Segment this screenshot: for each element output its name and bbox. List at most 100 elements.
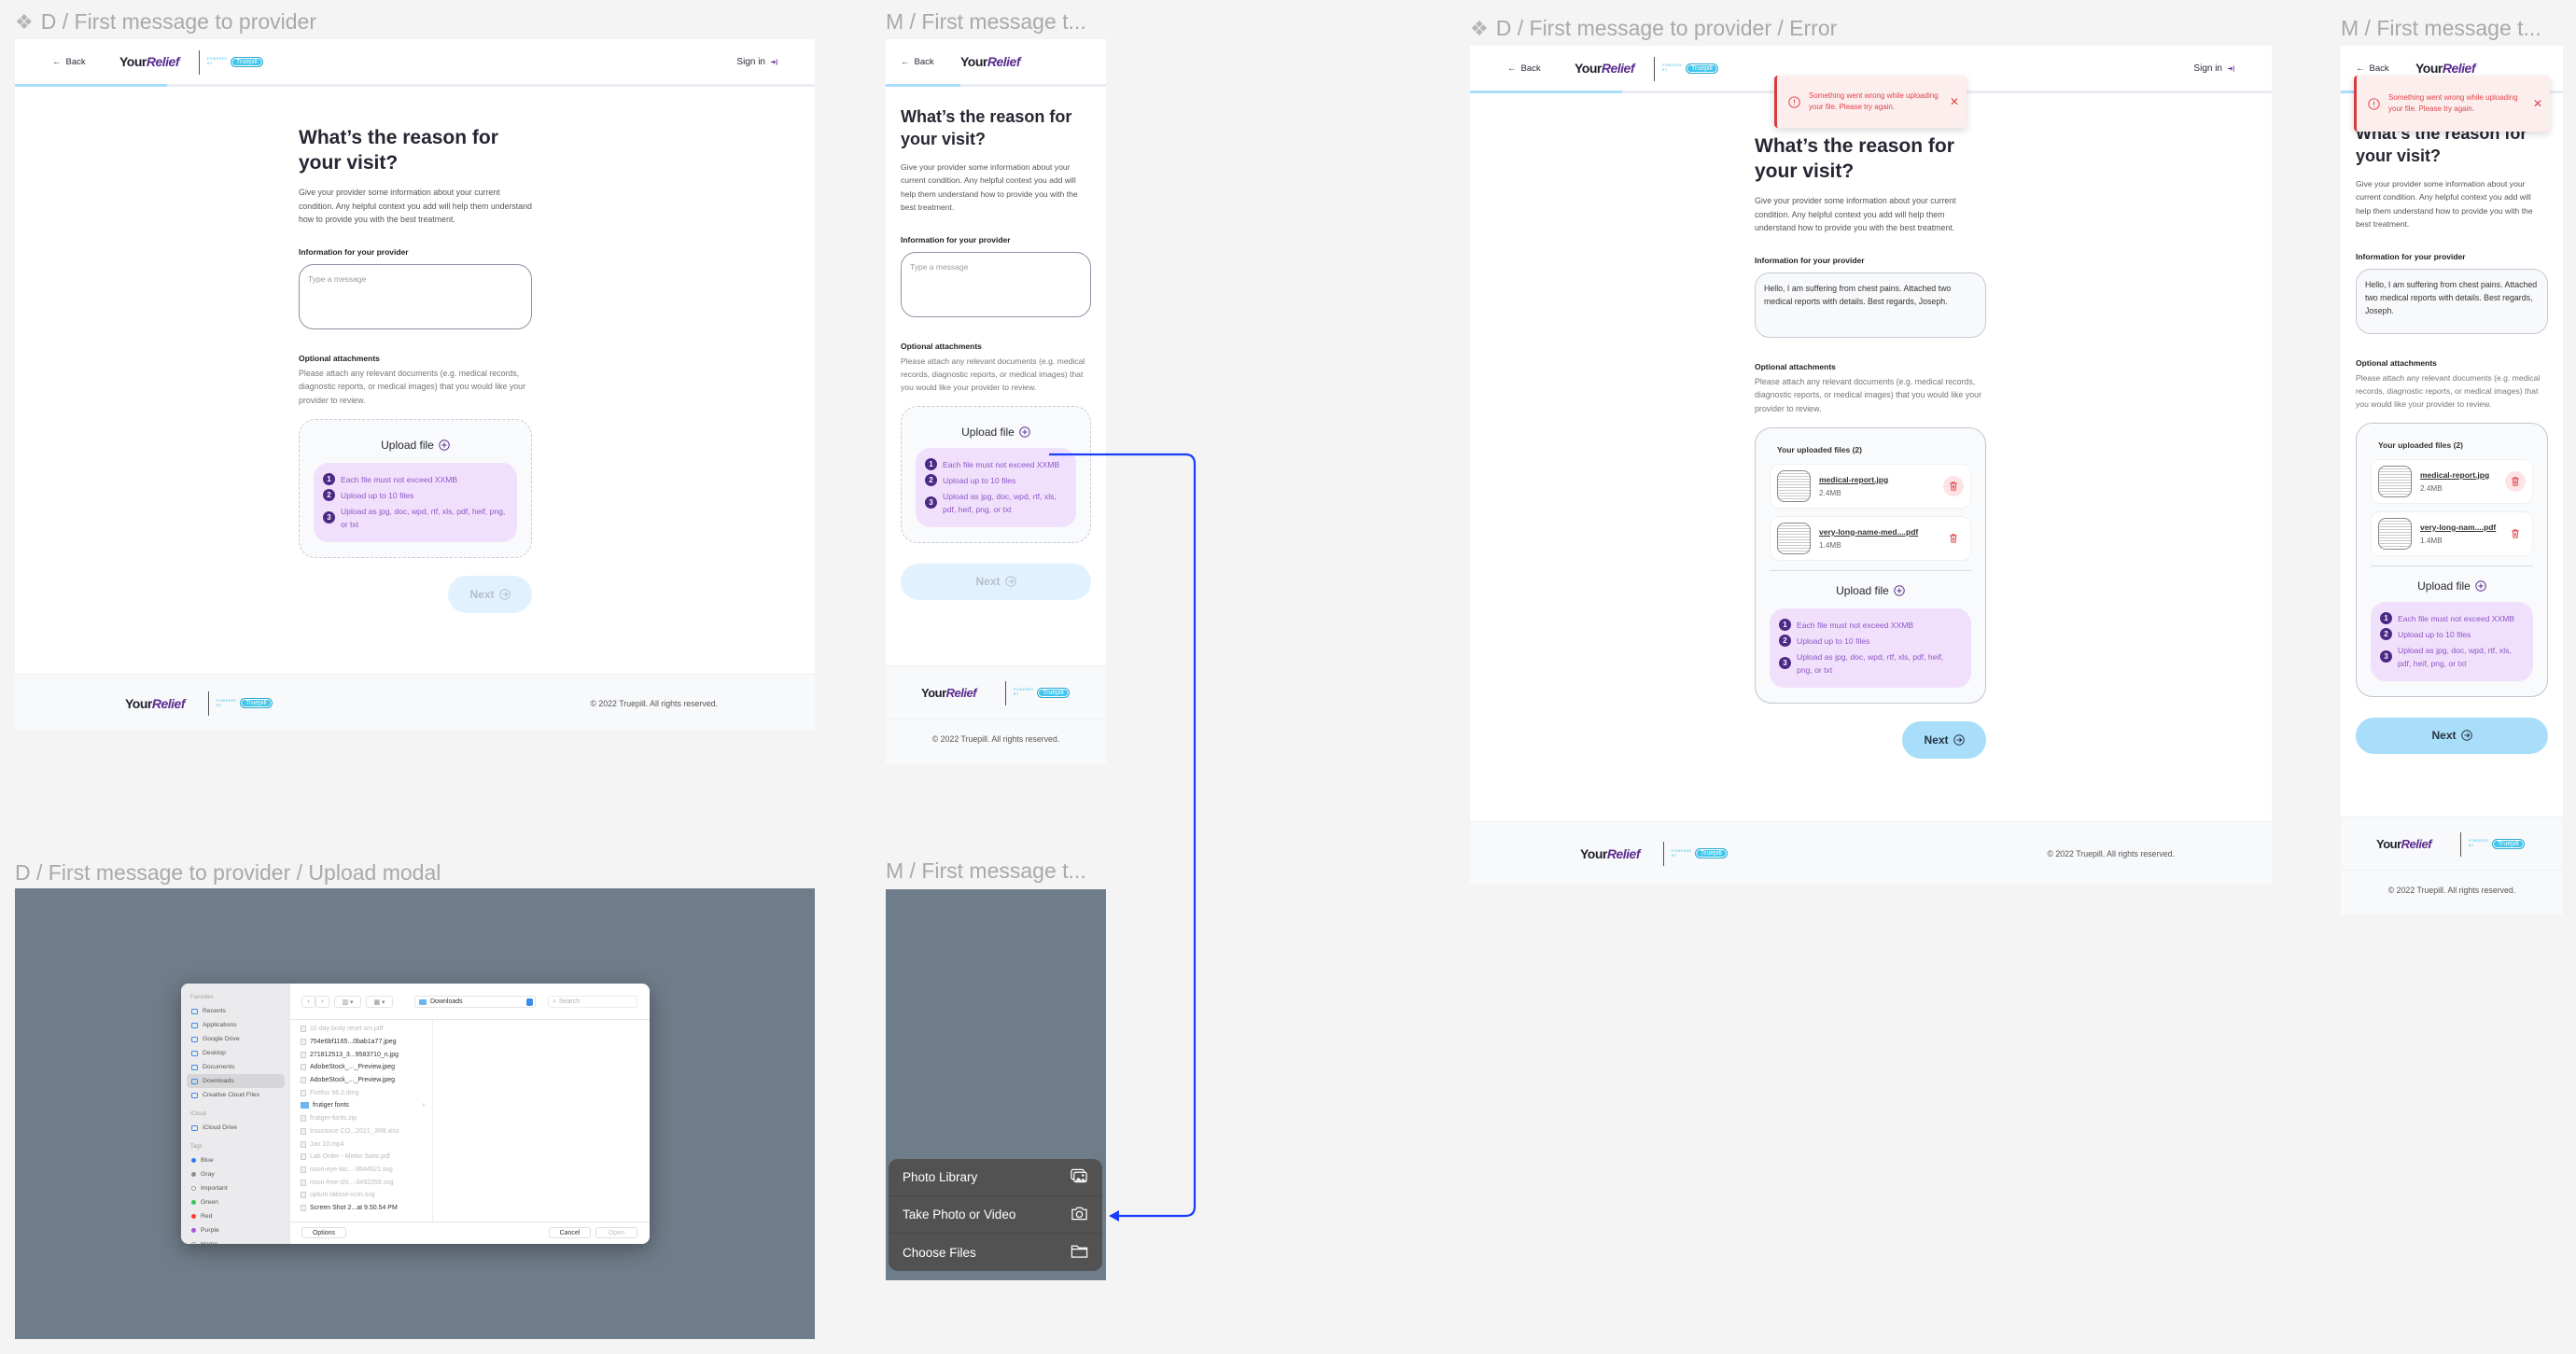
- file-icon: [301, 1089, 306, 1096]
- next-button[interactable]: Next: [448, 575, 532, 613]
- action-sheet-item[interactable]: Choose Files: [889, 1234, 1102, 1271]
- delete-file-button[interactable]: [1943, 528, 1964, 549]
- powered-by-truepill-logo: POWERED BY Truepill: [217, 681, 273, 726]
- file-list-item[interactable]: noun-free-shi...-3492259.svg: [290, 1176, 432, 1189]
- view-mode-button[interactable]: ▥ ▾: [334, 996, 361, 1008]
- group-button[interactable]: ▦ ▾: [366, 996, 393, 1008]
- sidebar-item[interactable]: Home: [187, 1237, 285, 1244]
- sidebar-item[interactable]: Creative Cloud Files: [187, 1088, 285, 1102]
- sidebar-item[interactable]: Blue: [187, 1153, 285, 1167]
- frame-label: M / First message t...: [886, 9, 1086, 34]
- upload-rule: 2 Upload up to 10 files: [323, 489, 506, 502]
- message-textarea[interactable]: Type a message: [299, 263, 532, 329]
- page-title: What’s the reason for your visit?: [901, 107, 1072, 148]
- alert-circle-icon: [1788, 95, 1800, 108]
- file-list-item[interactable]: Lab Order - Mieko Saito.pdf: [290, 1151, 432, 1164]
- next-button[interactable]: Next: [901, 563, 1091, 600]
- sidebar-item[interactable]: Green: [187, 1195, 285, 1209]
- close-toast-button[interactable]: ✕: [1950, 95, 1959, 108]
- tag-color-icon: [191, 1186, 196, 1191]
- file-name-link[interactable]: very-long-nam....pdf: [2420, 523, 2497, 532]
- back-nav-button[interactable]: ‹: [301, 996, 315, 1008]
- powered-by-truepill-logo: POWERED BY Truepill: [1672, 831, 1728, 876]
- component-icon: ❖: [1470, 16, 1489, 40]
- sign-in-button[interactable]: Sign in: [2193, 46, 2235, 91]
- divider: [1770, 569, 1971, 571]
- sidebar-item[interactable]: Documents: [187, 1060, 285, 1074]
- file-list-item[interactable]: Firefox 96.0.dmg: [290, 1086, 432, 1099]
- delete-file-button[interactable]: [1943, 475, 1964, 496]
- step-number-badge: 3: [2380, 650, 2392, 663]
- sidebar-item[interactable]: Applications: [187, 1018, 285, 1032]
- file-list-item[interactable]: 754e6bf1165...0bab1a77.jpeg: [290, 1036, 432, 1049]
- file-list-item[interactable]: Screen Shot 2...at 9.50.54 PM: [290, 1202, 432, 1215]
- search-input[interactable]: ⌕ Search: [548, 996, 637, 1008]
- upload-rules: 1 Each file must not exceed XXMB 2 Upload u…: [916, 447, 1076, 527]
- file-picker-toolbar: ‹ › ▥ ▾ ▦ ▾ Downloads ⌕ Search: [290, 984, 650, 1020]
- file-list-item[interactable]: AdobeStock_..._Preview.jpeg: [290, 1061, 432, 1074]
- sidebar-item[interactable]: Red: [187, 1209, 285, 1223]
- upload-dropzone[interactable]: Upload file 1 Each file must not exceed X…: [901, 405, 1091, 543]
- upload-dropzone[interactable]: Upload file 1 Each file must not exceed X…: [299, 418, 532, 558]
- sidebar-item[interactable]: Recents: [187, 1004, 285, 1018]
- back-button[interactable]: ← Back: [901, 39, 934, 84]
- file-list-item[interactable]: 271812513_3...9583710_n.jpg: [290, 1048, 432, 1061]
- error-toast: Something went wrong while uploading you…: [1774, 76, 1967, 128]
- message-textarea[interactable]: Type a message: [901, 251, 1091, 317]
- yourrelief-logo: Your Relief: [1575, 61, 1634, 76]
- page-description: Give your provider some information abou…: [299, 188, 532, 225]
- sidebar-item[interactable]: Important: [187, 1181, 285, 1195]
- back-button[interactable]: ← Back: [1507, 46, 1541, 91]
- open-button[interactable]: Open: [595, 1227, 637, 1238]
- next-button[interactable]: Next: [2356, 717, 2548, 754]
- close-toast-button[interactable]: ✕: [2533, 97, 2542, 110]
- back-button[interactable]: ← Back: [52, 39, 86, 84]
- sidebar-item[interactable]: Downloads: [187, 1074, 285, 1088]
- footer: Your Relief POWERED BY Truepill © 2022 Tru…: [1470, 821, 2272, 884]
- copyright: © 2022 Truepill. All rights reserved.: [590, 698, 718, 708]
- file-list-item[interactable]: Insurance CO...2021_JRB.xlsx: [290, 1125, 432, 1138]
- options-button[interactable]: Options: [301, 1227, 346, 1238]
- sidebar-item[interactable]: iCloud Drive: [187, 1121, 285, 1135]
- action-sheet-item[interactable]: Take Photo or Video: [889, 1196, 1102, 1234]
- delete-file-button[interactable]: [2505, 470, 2526, 492]
- sidebar-item[interactable]: Desktop: [187, 1046, 285, 1060]
- file-name-link[interactable]: medical-report.jpg: [1819, 475, 1935, 484]
- message-textarea[interactable]: Hello, I am suffering from chest pains. …: [2356, 268, 2548, 334]
- file-list-item[interactable]: AdobeStock_..._Preview.jpeg: [290, 1074, 432, 1087]
- file-list-item[interactable]: Jan 10.mp4: [290, 1138, 432, 1151]
- file-list-item[interactable]: noun-eye-las...-3644521.svg: [290, 1164, 432, 1177]
- delete-file-button[interactable]: [2505, 523, 2526, 544]
- file-name-link[interactable]: medical-report.jpg: [2420, 470, 2497, 480]
- upload-file-button[interactable]: Upload file: [916, 426, 1076, 439]
- file-name-link[interactable]: very-long-name-med....pdf: [1819, 527, 1935, 537]
- next-button[interactable]: Next: [1902, 720, 1986, 759]
- sidebar-item[interactable]: Purple: [187, 1223, 285, 1237]
- file-size: 1.4MB: [1819, 540, 1841, 550]
- sidebar-location-icon: [191, 1036, 198, 1042]
- file-list-item[interactable]: frutiger-fonts.zip: [290, 1112, 432, 1125]
- file-icon: [301, 1064, 306, 1071]
- attachments-label: Optional attachments: [2356, 357, 2437, 368]
- sidebar-item[interactable]: Google Drive: [187, 1032, 285, 1046]
- arrow-right-circle-icon: [1953, 733, 1965, 746]
- footer: Your Relief POWERED BY Truepill © 2022 Tru…: [15, 674, 815, 731]
- location-popup[interactable]: Downloads: [414, 996, 536, 1008]
- logo-divider: [1005, 681, 1006, 705]
- upload-file-button[interactable]: Upload file: [2371, 579, 2533, 593]
- page-description: Give your provider some information abou…: [901, 162, 1078, 213]
- file-list-item[interactable]: optum-latisse-icon.svg: [290, 1189, 432, 1202]
- message-textarea[interactable]: Hello, I am suffering from chest pains. …: [1755, 272, 1986, 338]
- sidebar-item[interactable]: Gray: [187, 1167, 285, 1181]
- action-sheet-item[interactable]: Photo Library: [889, 1159, 1102, 1196]
- file-list-item[interactable]: 10 day body reset sm.pdf: [290, 1023, 432, 1036]
- cancel-button[interactable]: Cancel: [549, 1227, 591, 1238]
- progress-fill: [1470, 91, 1623, 93]
- forward-nav-button[interactable]: ›: [315, 996, 329, 1008]
- file-list-item[interactable]: frutiger fonts ›: [290, 1099, 432, 1112]
- footer: Your Relief POWERED BY Truepill © 2022 Tru…: [2341, 817, 2563, 914]
- upload-file-button[interactable]: Upload file: [314, 439, 517, 452]
- upload-file-button[interactable]: Upload file: [1770, 584, 1971, 597]
- sidebar-section-title: Favorites: [190, 995, 214, 1000]
- sign-in-button[interactable]: Sign in: [736, 39, 778, 84]
